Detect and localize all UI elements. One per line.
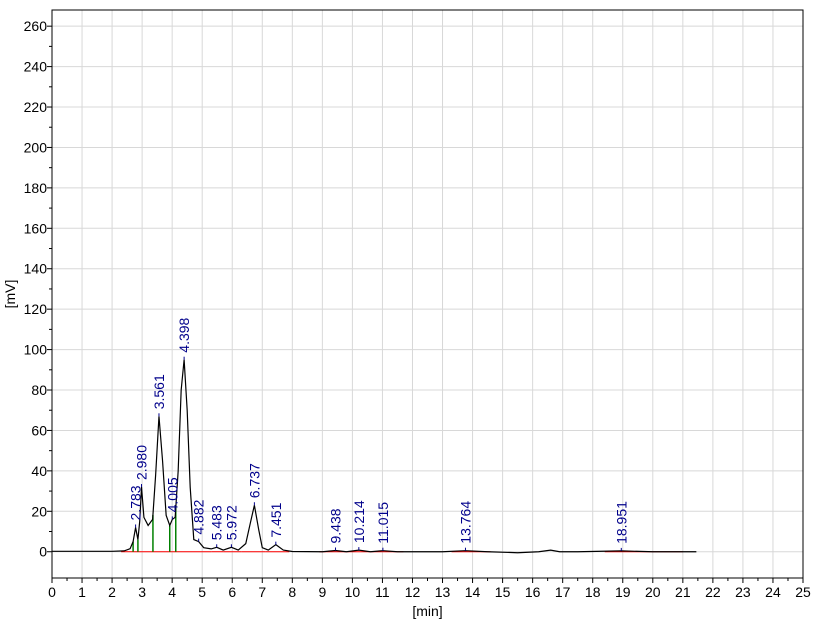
peak-label: 18.951 <box>613 501 629 544</box>
x-tick-label: 1 <box>78 584 86 600</box>
y-tick-label: 220 <box>24 99 48 115</box>
x-tick-label: 2 <box>108 584 116 600</box>
y-tick-label: 20 <box>31 503 47 519</box>
peak-labels: 2.783 2.980 3.561 4.005 4.398 4.882 5.4835.972… <box>128 317 629 551</box>
axis-ticks <box>47 25 804 583</box>
x-tick-label: 22 <box>705 584 721 600</box>
y-tick-label: 160 <box>24 220 48 236</box>
x-tick-label: 3 <box>138 584 146 600</box>
x-tick-label: 6 <box>228 584 236 600</box>
x-tick-label: 7 <box>258 584 266 600</box>
chromatogram-chart: 020406080100120140160180200220240260 012… <box>2 9 811 619</box>
x-tick-label: 13 <box>435 584 451 600</box>
y-tick-label: 100 <box>24 342 48 358</box>
peak-label: 4.882 <box>191 499 207 534</box>
peak-label: 2.783 <box>128 485 144 520</box>
y-tick-label: 80 <box>31 382 47 398</box>
y-tick-label: 60 <box>31 422 47 438</box>
peak-label: 5.483 <box>209 505 225 540</box>
y-axis-tick-labels: 0 20 40 60 80 100 120 140 160 180 200 220 240 260 <box>24 18 48 560</box>
y-tick-label: 240 <box>24 59 48 75</box>
x-tick-label: 11 <box>375 584 390 600</box>
x-tick-label: 16 <box>525 584 541 600</box>
peak-label: 10.214 <box>351 500 367 543</box>
x-tick-label: 4 <box>168 584 176 600</box>
x-tick-label: 20 <box>645 584 661 600</box>
peak-label: 11.015 <box>375 502 391 544</box>
x-tick-label: 21 <box>675 584 691 600</box>
y-tick-label: 140 <box>24 261 48 277</box>
x-tick-label: 23 <box>735 584 751 600</box>
y-tick-label: 180 <box>24 180 48 196</box>
x-tick-label: 24 <box>765 584 781 600</box>
peak-label: 5.972 <box>223 505 239 540</box>
y-tick-label: 120 <box>24 301 48 317</box>
x-tick-label: 14 <box>465 584 481 600</box>
x-tick-label: 8 <box>288 584 296 600</box>
peak-label: 4.398 <box>176 317 192 352</box>
peak-label: 9.438 <box>328 508 344 543</box>
y-tick-label: 260 <box>24 18 48 34</box>
x-axis-tick-labels: 0 1 2 3 4 5 6 7 8 9 10 11 12 13 14 15 16 17 18 19 20 21 22 23 24… <box>48 584 811 600</box>
x-tick-label: 25 <box>795 584 811 600</box>
x-tick-label: 17 <box>555 584 571 600</box>
peak-label: 4.005 <box>164 477 180 512</box>
x-tick-label: 15 <box>495 584 511 600</box>
x-tick-label: 10 <box>345 584 361 600</box>
peak-label: 7.451 <box>268 502 284 537</box>
x-tick-label: 18 <box>585 584 601 600</box>
y-axis-title: [mV] <box>2 280 18 309</box>
x-tick-label: 19 <box>615 584 631 600</box>
peak-label: 6.737 <box>246 463 262 498</box>
peak-label: 13.764 <box>457 501 473 544</box>
x-tick-label: 9 <box>318 584 326 600</box>
peak-label: 3.561 <box>151 374 167 409</box>
y-tick-label: 40 <box>31 463 47 479</box>
x-tick-label: 12 <box>405 584 421 600</box>
x-tick-label: 0 <box>48 584 56 600</box>
y-tick-label: 0 <box>39 544 47 560</box>
y-tick-label: 200 <box>24 139 48 155</box>
x-tick-label: 5 <box>198 584 206 600</box>
peak-label: 2.980 <box>134 445 150 480</box>
x-axis-title: [min] <box>412 603 442 619</box>
